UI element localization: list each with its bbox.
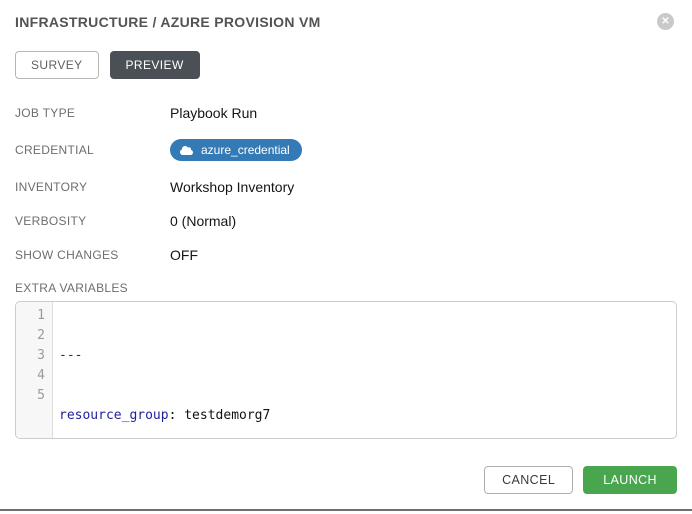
detail-label: JOB TYPE — [15, 106, 170, 120]
detail-label: CREDENTIAL — [15, 143, 170, 157]
detail-label: SHOW CHANGES — [15, 248, 170, 262]
tab-bar: SURVEY PREVIEW — [15, 51, 677, 79]
modal-header: INFRASTRUCTURE / AZURE PROVISION VM ✕ — [15, 14, 677, 30]
line-number: 4 — [16, 366, 45, 386]
launch-button[interactable]: LAUNCH — [583, 466, 677, 494]
line-number: 5 — [16, 386, 45, 406]
detail-value: Workshop Inventory — [170, 179, 294, 195]
modal-footer: CANCEL LAUNCH — [15, 466, 677, 494]
close-button[interactable]: ✕ — [657, 13, 674, 30]
detail-value: 0 (Normal) — [170, 213, 236, 229]
line-number: 2 — [16, 326, 45, 346]
window-bottom-border — [0, 509, 692, 511]
job-details: JOB TYPE Playbook Run CREDENTIAL azure_c… — [15, 105, 677, 263]
cloud-icon — [180, 145, 193, 156]
detail-row-job-type: JOB TYPE Playbook Run — [15, 105, 677, 121]
editor-code-area: --- resource_group: testdemorg7 location… — [53, 302, 676, 438]
extra-variables-label: EXTRA VARIABLES — [15, 281, 677, 295]
tab-preview[interactable]: PREVIEW — [110, 51, 200, 79]
detail-row-inventory: INVENTORY Workshop Inventory — [15, 179, 677, 195]
code-line: --- — [59, 346, 676, 366]
detail-row-verbosity: VERBOSITY 0 (Normal) — [15, 213, 677, 229]
job-launch-preview-modal: INFRASTRUCTURE / AZURE PROVISION VM ✕ SU… — [0, 0, 692, 514]
detail-value: Playbook Run — [170, 105, 257, 121]
code-line: resource_group: testdemorg7 — [59, 406, 676, 426]
line-number: 1 — [16, 306, 45, 326]
credential-badge-label: azure_credential — [201, 143, 290, 157]
detail-row-credential: CREDENTIAL azure_credential — [15, 139, 677, 161]
cancel-button[interactable]: CANCEL — [484, 466, 573, 494]
detail-label: INVENTORY — [15, 180, 170, 194]
detail-row-show-changes: SHOW CHANGES OFF — [15, 247, 677, 263]
line-number: 3 — [16, 346, 45, 366]
editor-gutter: 1 2 3 4 5 — [16, 302, 53, 438]
credential-badge[interactable]: azure_credential — [170, 139, 302, 161]
extra-variables-editor[interactable]: 1 2 3 4 5 --- resource_group: testdemorg… — [15, 301, 677, 439]
close-icon: ✕ — [657, 13, 674, 30]
detail-label: VERBOSITY — [15, 214, 170, 228]
tab-survey[interactable]: SURVEY — [15, 51, 99, 79]
detail-value: OFF — [170, 247, 198, 263]
modal-title: INFRASTRUCTURE / AZURE PROVISION VM — [15, 14, 677, 30]
